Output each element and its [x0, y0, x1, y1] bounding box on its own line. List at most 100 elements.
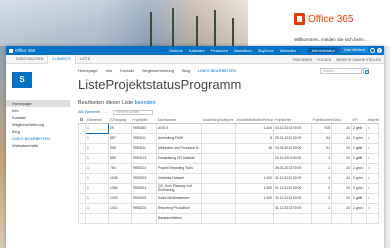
table-row[interactable]: Basisarchitektur — [78, 212, 379, 224]
grid-cell[interactable]: Sales Berichtswesen — [156, 192, 202, 204]
grid-cell[interactable]: 24 — [331, 202, 352, 214]
grid-cell[interactable]: 2 — [311, 182, 332, 194]
row-select-cell[interactable] — [78, 122, 86, 134]
top-nav-info[interactable]: Info — [106, 68, 113, 73]
grid-cell[interactable]: 91 — [311, 142, 332, 154]
grid-cell[interactable]: 24 — [331, 162, 352, 174]
grid-cell[interactable]: 31.12.2013 00:00 — [273, 202, 312, 214]
grid-cell[interactable] — [201, 202, 236, 214]
dropdown-cell[interactable]: ▾ — [366, 192, 379, 204]
chevron-down-icon[interactable]: ▾ — [368, 136, 370, 140]
table-row[interactable]: 1 1005 9993223 Vertriebs Dataset 1.000 31.12.… — [78, 172, 379, 184]
site-logo[interactable]: S — [12, 72, 32, 88]
grid-cell[interactable]: 9993211 — [131, 132, 157, 144]
grid-cell[interactable] — [201, 122, 236, 134]
grid-cell[interactable]: 9993224 — [131, 182, 157, 194]
grid-cell[interactable]: 1 — [311, 162, 332, 174]
site-search-input[interactable]: Suchen... — [320, 68, 362, 74]
grid-cell[interactable] — [201, 152, 236, 164]
row-select-cell[interactable] — [78, 202, 86, 214]
grid-cell[interactable]: Entwicklung HR Dataset — [156, 152, 202, 164]
top-nav-kontakt[interactable]: Kontakt — [120, 68, 134, 73]
chevron-down-icon[interactable]: ▾ — [368, 176, 370, 180]
left-nav-edit-links[interactable]: LINKS BEARBEITEN — [6, 135, 70, 142]
grid-cell[interactable]: 31.12.2013 00:00 — [273, 172, 312, 184]
grid-cell[interactable]: 918 — [311, 122, 332, 134]
row-select-cell[interactable] — [78, 162, 86, 174]
checkbox-icon[interactable] — [79, 117, 83, 121]
suite-nav-websites[interactable]: Websites — [277, 48, 299, 53]
suite-nav-skydrive[interactable]: SkyDrive — [255, 48, 277, 53]
grid-cell[interactable]: 9993225 — [131, 192, 157, 204]
grid-cell[interactable]: Methoden und Prozesse III — [156, 142, 202, 154]
grid-cell[interactable] — [85, 212, 109, 224]
grid-cell[interactable]: 24 — [331, 192, 352, 204]
grid-cell[interactable]: 9993211 — [131, 142, 157, 154]
top-nav-wegbeschreibung[interactable]: Wegbeschreibung — [142, 68, 174, 73]
grid-cell[interactable]: 31.12.2013 00:00 — [273, 182, 312, 194]
grid-cell[interactable]: 3 grün — [351, 202, 367, 214]
grid-cell[interactable]: 24 — [331, 182, 352, 194]
item-search-input[interactable]: Element suchen — [113, 109, 154, 115]
suite-nav-outlook[interactable]: Outlook — [166, 48, 186, 53]
top-nav-edit-links[interactable]: LINKS BEARBEITEN — [198, 68, 236, 73]
grid-cell[interactable]: 1 — [311, 152, 332, 164]
grid-cell[interactable]: 1.444 — [235, 122, 274, 134]
row-select-cell[interactable] — [78, 132, 86, 144]
view-all-items[interactable]: Alle Elemente — [78, 110, 100, 114]
grid-cell[interactable]: 1 — [85, 122, 109, 134]
suite-nav-administrator[interactable]: Administrator — [308, 48, 339, 53]
chevron-down-icon[interactable]: ▾ — [368, 196, 370, 200]
suite-nav-kalender[interactable]: Kalender — [186, 48, 208, 53]
table-row[interactable]: 1 1010 9993226 Reporting Produktion 31.12.20… — [78, 202, 379, 214]
suite-brand[interactable]: Office 365 — [9, 48, 35, 53]
left-nav-homepage[interactable]: Homepage — [6, 100, 70, 107]
suite-nav-personen[interactable]: Personen — [208, 48, 231, 53]
grid-cell[interactable] — [201, 142, 236, 154]
grid-cell[interactable]: 1009 — [108, 192, 132, 204]
dropdown-cell[interactable]: ▾ — [366, 202, 379, 214]
grid-cell[interactable] — [201, 162, 236, 174]
suite-nav-more[interactable]: ... — [299, 48, 308, 53]
grid-cell[interactable] — [273, 212, 312, 224]
grid-cell[interactable]: 25 — [108, 122, 132, 134]
view-more-button[interactable]: ... — [105, 110, 108, 114]
grid-cell[interactable]: QS, Sum Planung und Einführung — [156, 182, 202, 194]
grid-cell[interactable]: 1005 — [108, 172, 132, 184]
grid-cell[interactable] — [201, 182, 236, 194]
grid-cell[interactable]: 9993253 — [131, 122, 157, 134]
left-nav-wegbeschreibung[interactable]: Wegbeschreibung — [6, 121, 70, 128]
grid-cell[interactable]: 24 — [331, 152, 352, 164]
left-nav-kontakt[interactable]: Kontakt — [6, 114, 70, 121]
grid-cell[interactable]: 2 gelb — [351, 152, 367, 164]
row-select-cell[interactable] — [78, 182, 86, 194]
grid-cell[interactable] — [201, 172, 236, 184]
table-row[interactable]: 1 1009 9993225 Sales Berichtswesen 1.000 30.1… — [78, 192, 379, 204]
top-nav-blog[interactable]: Blog — [182, 68, 190, 73]
dropdown-cell[interactable]: ▾ — [366, 162, 379, 174]
grid-cell[interactable] — [201, 212, 236, 224]
chevron-down-icon[interactable]: ▾ — [368, 166, 370, 170]
suite-nav-newsfeed[interactable]: Newsfeed — [231, 48, 255, 53]
grid-cell[interactable] — [201, 192, 236, 204]
grid-cell[interactable]: 859 — [108, 152, 132, 164]
row-select-cell[interactable] — [78, 212, 86, 224]
table-row[interactable]: 1 1065 9993224 QS, Sum Planung und Einführu… — [78, 182, 379, 194]
row-select-cell[interactable] — [78, 142, 86, 154]
search-icon[interactable] — [363, 68, 369, 74]
grid-cell[interactable]: Reporting Produktion — [156, 202, 202, 214]
chevron-down-icon[interactable]: ▾ — [368, 186, 370, 190]
grid-cell[interactable]: 760 — [108, 162, 132, 174]
grid-cell[interactable]: 2 gelb — [351, 122, 367, 134]
dropdown-cell[interactable] — [366, 212, 379, 224]
grid-cell[interactable]: 9993226 — [131, 202, 157, 214]
chevron-down-icon[interactable]: ▾ — [368, 206, 370, 210]
grid-cell[interactable]: 3 grün — [351, 182, 367, 194]
table-row[interactable]: 1 760 9993214 Projekt Reporting Tools 26.01.… — [78, 162, 379, 174]
grid-cell[interactable]: 24 — [331, 172, 352, 184]
stop-editing-link[interactable]: beenden — [135, 100, 156, 106]
grid-cell[interactable]: 3 grün — [351, 172, 367, 184]
grid-cell[interactable]: 1 — [85, 142, 109, 154]
grid-cell[interactable]: 1 — [311, 172, 332, 184]
grid-cell[interactable]: 1 — [311, 202, 332, 214]
